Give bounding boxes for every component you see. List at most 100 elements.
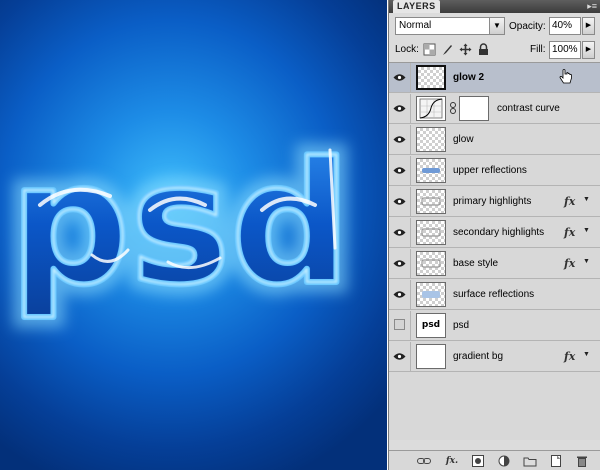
layers-panel: LAYERS ▸≡ Normal ▼ Opacity: 40% ▶ Lock: …: [388, 0, 600, 470]
chain-link-icon[interactable]: [449, 102, 457, 114]
opacity-label: Opacity:: [509, 21, 546, 32]
visibility-off-box: [394, 319, 405, 330]
layer-thumbnail: [416, 127, 446, 152]
psd-thumbnail-art: [421, 259, 441, 268]
blend-opacity-row: Normal ▼ Opacity: 40% ▶: [389, 15, 600, 37]
layer-row-glow-2[interactable]: glow 2: [389, 63, 600, 93]
blend-mode-value: Normal: [399, 20, 432, 31]
layer-thumbnail: [416, 189, 446, 214]
adjustment-layer-icon[interactable]: [497, 455, 511, 467]
opacity-slider-arrow-icon[interactable]: ▶: [582, 17, 595, 35]
layer-name: base style: [453, 258, 499, 269]
eye-icon: [393, 229, 406, 236]
lock-all-icon[interactable]: [477, 43, 490, 56]
layer-visibility-toggle[interactable]: [389, 342, 411, 371]
lock-label: Lock:: [395, 44, 419, 55]
eye-icon: [393, 291, 406, 298]
link-layers-icon[interactable]: [417, 455, 431, 467]
layer-name: gradient bg: [453, 351, 504, 362]
thumbnail-text: psd: [421, 320, 441, 330]
layer-thumbnail: [416, 251, 446, 276]
lock-fill-row: Lock: Fill: 100% ▶: [389, 40, 600, 60]
layers-panel-footer: fx.: [389, 450, 600, 470]
curves-adjustment-icon: [419, 98, 443, 119]
layer-visibility-toggle[interactable]: [389, 156, 411, 185]
blend-mode-select[interactable]: Normal ▼: [395, 17, 505, 35]
layer-visibility-toggle[interactable]: [389, 280, 411, 309]
eye-icon: [393, 105, 406, 112]
layer-thumbnail: [416, 158, 446, 183]
layer-visibility-toggle[interactable]: [389, 187, 411, 216]
layer-thumbnail: [416, 220, 446, 245]
lock-position-icon[interactable]: [459, 43, 472, 56]
layer-name: psd: [453, 320, 470, 331]
layer-row-contrast-curve[interactable]: contrast curve: [389, 94, 600, 124]
fill-input[interactable]: 100%: [549, 41, 581, 59]
eye-icon: [393, 167, 406, 174]
layers-list: glow 2 contrast curve glow upper reflect…: [389, 62, 600, 440]
layer-visibility-toggle[interactable]: [389, 218, 411, 247]
eye-icon: [393, 136, 406, 143]
layer-name: glow: [453, 134, 474, 145]
layer-row-psd[interactable]: psd psd: [389, 311, 600, 341]
trash-icon[interactable]: [575, 455, 589, 467]
layer-name: upper reflections: [453, 165, 527, 176]
document-canvas[interactable]: psd psd psd: [0, 0, 387, 470]
expand-effects-icon[interactable]: ▼: [583, 227, 590, 234]
layer-row-glow[interactable]: glow: [389, 125, 600, 155]
psd-thumbnail-art: [422, 291, 440, 298]
layer-row-base-style[interactable]: base style fx ▼: [389, 249, 600, 279]
opacity-input[interactable]: 40%: [549, 17, 581, 35]
layer-visibility-toggle[interactable]: [389, 63, 411, 92]
layer-visibility-toggle[interactable]: [389, 125, 411, 154]
layer-name: secondary highlights: [453, 227, 545, 238]
psd-thumbnail-art: [422, 168, 440, 173]
eye-icon: [393, 260, 406, 267]
add-layer-style-fx-icon[interactable]: fx.: [445, 455, 459, 467]
eye-icon: [393, 74, 406, 81]
psd-artwork: psd psd psd: [0, 115, 362, 333]
fx-icon[interactable]: fx: [564, 226, 575, 239]
layer-name: glow 2: [453, 72, 485, 83]
fill-slider-arrow-icon[interactable]: ▶: [582, 41, 595, 59]
expand-effects-icon[interactable]: ▼: [583, 196, 590, 203]
layer-thumbnail: [416, 282, 446, 307]
layer-row-surface-reflections[interactable]: surface reflections: [389, 280, 600, 310]
layer-row-gradient-bg[interactable]: gradient bg fx ▼: [389, 342, 600, 372]
layer-row-primary-highlights[interactable]: primary highlights fx ▼: [389, 187, 600, 217]
fx-icon[interactable]: fx: [564, 257, 575, 270]
expand-effects-icon[interactable]: ▼: [583, 258, 590, 265]
new-layer-icon[interactable]: [549, 455, 563, 467]
layer-name: contrast curve: [497, 103, 560, 114]
psd-thumbnail-art: [421, 228, 441, 237]
tab-layers[interactable]: LAYERS: [393, 0, 440, 13]
layer-row-secondary-highlights[interactable]: secondary highlights fx ▼: [389, 218, 600, 248]
psd-thumbnail-art: [421, 197, 441, 206]
layer-thumbnail: psd: [416, 313, 446, 338]
layer-name: primary highlights: [453, 196, 532, 207]
layer-row-upper-reflections[interactable]: upper reflections: [389, 156, 600, 186]
layer-mask-thumbnail[interactable]: [459, 96, 489, 121]
fx-icon[interactable]: fx: [564, 350, 575, 363]
layer-thumbnail: [416, 96, 446, 121]
artwork-text-highlight: psd: [10, 126, 351, 322]
add-mask-icon[interactable]: [471, 455, 485, 467]
fx-icon[interactable]: fx: [564, 195, 575, 208]
layer-visibility-toggle[interactable]: [389, 311, 411, 340]
expand-effects-icon[interactable]: ▼: [583, 351, 590, 358]
layer-visibility-toggle[interactable]: [389, 249, 411, 278]
lock-transparency-icon[interactable]: [423, 43, 436, 56]
eye-icon: [393, 353, 406, 360]
layer-visibility-toggle[interactable]: [389, 94, 411, 123]
fill-label: Fill:: [530, 44, 546, 55]
panel-menu-icon[interactable]: ▸≡: [587, 1, 597, 12]
hand-cursor-icon: [559, 69, 572, 84]
layer-thumbnail: [416, 65, 446, 90]
layer-thumbnail: [416, 344, 446, 369]
layer-name: surface reflections: [453, 289, 535, 300]
lock-image-icon[interactable]: [441, 43, 454, 56]
chevron-down-icon[interactable]: ▼: [489, 18, 504, 34]
new-group-icon[interactable]: [523, 455, 537, 467]
eye-icon: [393, 198, 406, 205]
panel-tabbar: LAYERS ▸≡: [389, 0, 600, 13]
